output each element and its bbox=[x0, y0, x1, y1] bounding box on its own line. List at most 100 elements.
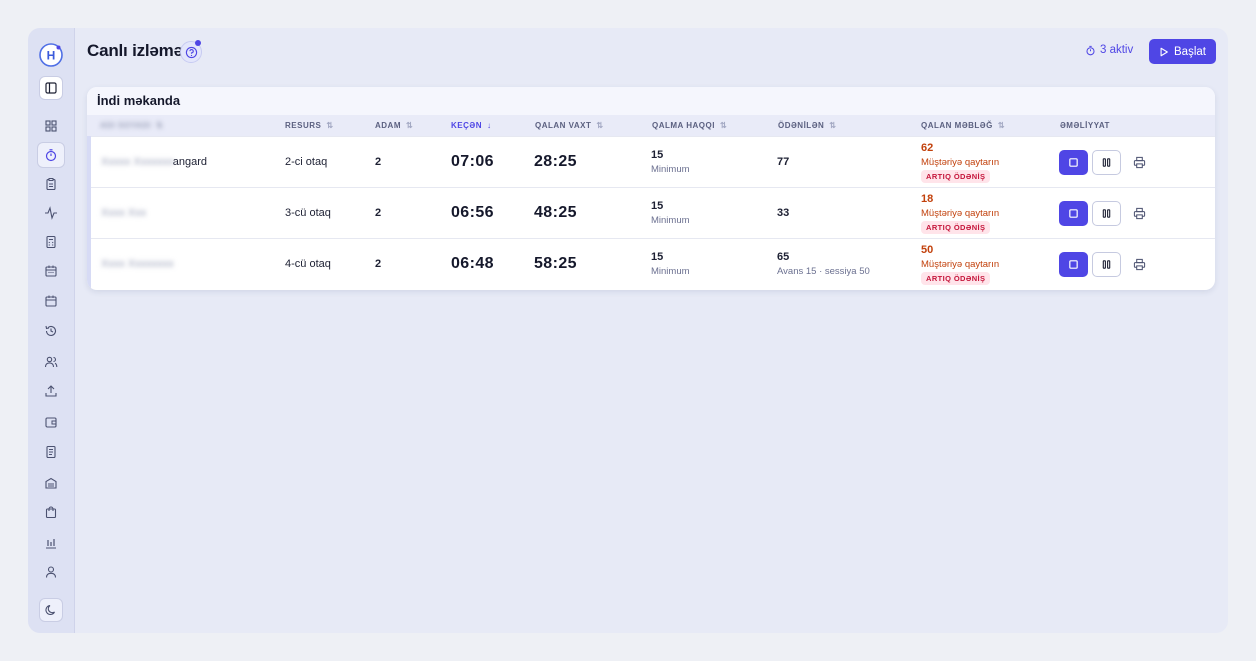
sidebar-item-reports[interactable] bbox=[39, 531, 63, 555]
square-icon bbox=[1069, 260, 1078, 269]
sidebar-item-upload[interactable] bbox=[39, 379, 63, 403]
elapsed-cell: 06:56 bbox=[451, 204, 494, 221]
refund-note: Müştəriyə qaytarın bbox=[921, 157, 1000, 168]
shopping-bag-icon bbox=[45, 506, 57, 519]
pause-icon bbox=[1102, 158, 1111, 167]
print-button[interactable] bbox=[1130, 255, 1148, 273]
card-header: İndi məkanda bbox=[87, 87, 1215, 115]
people-cell: 2 bbox=[375, 207, 382, 219]
column-name-label: ADI SOYADI bbox=[100, 121, 151, 130]
remaining-time-cell: 58:25 bbox=[534, 255, 577, 272]
column-stay-fee-label: QALMA HAQQI bbox=[652, 121, 715, 130]
start-session-button[interactable]: Başlat bbox=[1149, 39, 1216, 64]
people-cell: 2 bbox=[375, 258, 382, 270]
sidebar-item-clipboard[interactable] bbox=[39, 172, 63, 196]
sidebar-item-dashboard[interactable] bbox=[39, 114, 63, 138]
printer-icon bbox=[1133, 207, 1145, 219]
panel-left-icon bbox=[45, 82, 57, 94]
remaining-time-cell: 28:25 bbox=[534, 153, 577, 170]
pause-icon bbox=[1102, 260, 1111, 269]
live-sessions-card: İndi məkanda ADI SOYADI ⇅ RESURS ⇅ ADAM … bbox=[87, 87, 1215, 290]
history-icon bbox=[45, 325, 57, 336]
sidebar-item-live-monitoring[interactable] bbox=[37, 142, 65, 168]
table-row[interactable]: Xxxx Xxxxxxxx 4-cü otaq 2 06:48 58:25 15… bbox=[87, 238, 1215, 289]
table-row[interactable]: Xxxx Xxx 3-cü otaq 2 06:56 48:25 15 Mini… bbox=[87, 187, 1215, 238]
stay-fee-cell: 15 bbox=[651, 251, 664, 263]
pause-icon bbox=[1102, 209, 1111, 218]
column-stay-fee[interactable]: QALMA HAQQI ⇅ bbox=[652, 121, 727, 130]
remaining-time-cell: 48:25 bbox=[534, 204, 577, 221]
stop-button[interactable] bbox=[1059, 150, 1088, 175]
stay-fee-cell: 15 bbox=[651, 200, 664, 212]
sidebar-collapse-button[interactable] bbox=[39, 76, 63, 100]
row-accent-strip bbox=[87, 136, 91, 290]
sort-icon: ⇅ bbox=[829, 121, 837, 130]
app-frame: H Canlı izləmə 3 aktiv Başlat İndi məkan… bbox=[28, 28, 1228, 633]
paid-note: Avans 15 · sessiya 50 bbox=[777, 266, 870, 277]
refund-note: Müştəriyə qaytarın bbox=[921, 208, 1000, 219]
warehouse-icon bbox=[45, 477, 57, 489]
table-row[interactable]: Xxxxx Xxxxxxx angard 2-ci otaq 2 07:06 2… bbox=[87, 136, 1215, 187]
column-remaining-amount[interactable]: QALAN MƏBLƏĞ ⇅ bbox=[921, 121, 1005, 130]
sidebar-item-history[interactable] bbox=[39, 319, 63, 343]
stop-button[interactable] bbox=[1059, 252, 1088, 277]
sidebar-item-calendar[interactable] bbox=[39, 289, 63, 313]
remaining-amount-cell: 50 bbox=[921, 244, 934, 256]
users-icon bbox=[44, 356, 58, 368]
print-button[interactable] bbox=[1130, 204, 1148, 222]
svg-text:H: H bbox=[47, 49, 56, 63]
sort-icon: ⇅ bbox=[596, 121, 604, 130]
sidebar-item-warehouse[interactable] bbox=[39, 471, 63, 495]
sidebar-item-calendar-days[interactable] bbox=[39, 259, 63, 283]
sidebar-item-calculator[interactable] bbox=[39, 230, 63, 254]
resource-cell: 3-cü otaq bbox=[285, 207, 331, 219]
timer-icon bbox=[45, 149, 57, 162]
active-sessions-indicator[interactable]: 3 aktiv bbox=[1085, 44, 1133, 56]
column-remaining-time[interactable]: QALAN VAXT ⇅ bbox=[535, 121, 604, 130]
wallet-icon bbox=[45, 417, 57, 428]
column-actions-label: ƏMƏLİYYAT bbox=[1060, 121, 1110, 130]
customer-name: Xxxx Xxxxxxxx bbox=[101, 258, 174, 270]
column-paid[interactable]: ÖDƏNİLƏN ⇅ bbox=[778, 121, 836, 130]
sidebar-item-wallet[interactable] bbox=[39, 410, 63, 434]
help-circle-icon bbox=[185, 46, 197, 58]
resource-cell: 2-ci otaq bbox=[285, 156, 328, 168]
remaining-amount-cell: 62 bbox=[921, 142, 934, 154]
column-remaining-amount-label: QALAN MƏBLƏĞ bbox=[921, 121, 993, 130]
stop-button[interactable] bbox=[1059, 201, 1088, 226]
print-button[interactable] bbox=[1130, 153, 1148, 171]
sidebar-item-users[interactable] bbox=[39, 350, 63, 374]
moon-icon bbox=[45, 604, 55, 616]
calendar-icon bbox=[45, 295, 57, 307]
stay-fee-note: Minimum bbox=[651, 164, 690, 175]
sort-icon: ⇅ bbox=[155, 121, 164, 130]
pause-button[interactable] bbox=[1092, 252, 1121, 277]
sidebar-item-receipt[interactable] bbox=[39, 440, 63, 464]
remaining-amount-cell: 18 bbox=[921, 193, 934, 205]
column-remaining-time-label: QALAN VAXT bbox=[535, 121, 592, 130]
timer-icon bbox=[1086, 45, 1095, 55]
card-title: İndi məkanda bbox=[97, 93, 181, 108]
overpayment-badge: ARTIQ ÖDƏNİŞ bbox=[921, 170, 991, 183]
column-name[interactable]: ADI SOYADI ⇅ bbox=[100, 121, 163, 130]
page-title: Canlı izləmə bbox=[87, 41, 183, 60]
receipt-icon bbox=[46, 445, 56, 459]
sidebar-item-profile[interactable] bbox=[39, 560, 63, 584]
column-resource[interactable]: RESURS ⇅ bbox=[285, 121, 334, 130]
app-logo[interactable]: H bbox=[38, 42, 64, 68]
sort-icon: ⇅ bbox=[719, 121, 728, 130]
square-icon bbox=[1069, 158, 1078, 167]
sidebar: H bbox=[28, 28, 75, 633]
stay-fee-cell: 15 bbox=[651, 149, 664, 161]
column-people[interactable]: ADAM ⇅ bbox=[375, 121, 413, 130]
theme-toggle-button[interactable] bbox=[39, 598, 63, 622]
pause-button[interactable] bbox=[1092, 201, 1121, 226]
square-icon bbox=[1069, 209, 1078, 218]
printer-icon bbox=[1133, 258, 1145, 270]
sidebar-item-activity[interactable] bbox=[39, 201, 63, 225]
pause-button[interactable] bbox=[1092, 150, 1121, 175]
customer-name: Xxxxx Xxxxxxx angard bbox=[101, 156, 208, 168]
column-elapsed[interactable]: KEÇƏN ↓ bbox=[451, 121, 491, 130]
bar-chart-icon bbox=[46, 539, 56, 549]
sidebar-item-shop[interactable] bbox=[39, 500, 63, 524]
